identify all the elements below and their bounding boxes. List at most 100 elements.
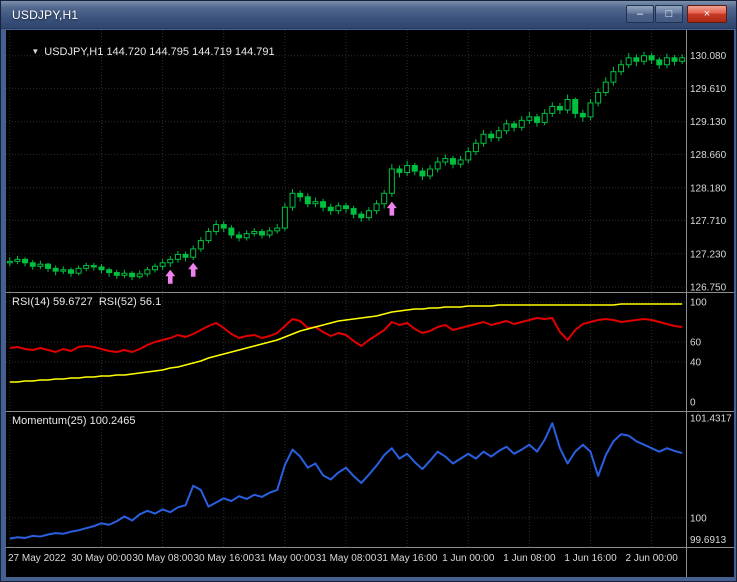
candle (90, 265, 97, 268)
candle (656, 59, 663, 66)
candle (595, 92, 602, 104)
collapse-arrow-icon[interactable]: ▼ (31, 47, 39, 56)
candle (52, 267, 59, 272)
candle (640, 55, 647, 62)
candle (266, 230, 273, 236)
candle (434, 161, 441, 170)
candle (335, 205, 342, 212)
candle (297, 192, 304, 198)
candle (320, 201, 327, 208)
candle (663, 57, 670, 66)
svg-text:60: 60 (690, 338, 702, 349)
candle (457, 159, 464, 165)
candle (289, 192, 296, 208)
svg-text:27 May 2022: 27 May 2022 (8, 553, 66, 564)
candle (526, 116, 533, 121)
svg-text:31 May 16:00: 31 May 16:00 (377, 553, 438, 564)
rsi-indicator-label: RSI(14) 59.6727 RSI(52) 56.1 (12, 296, 162, 308)
candle (518, 119, 525, 128)
candle (472, 142, 479, 153)
candle (679, 57, 686, 62)
candle (281, 206, 288, 229)
svg-text:100: 100 (690, 298, 707, 309)
candle (327, 206, 334, 212)
candle (37, 263, 44, 267)
candle (113, 272, 120, 276)
candle (274, 227, 281, 232)
candle (159, 262, 166, 267)
candle (106, 269, 113, 274)
candle (511, 123, 518, 128)
candle (564, 98, 571, 111)
chart-info-label: ▼ USDJPY,H1 144.720 144.795 144.719 144.7… (13, 34, 275, 70)
candle (587, 102, 594, 118)
candle (83, 265, 90, 269)
candle (381, 192, 388, 205)
candle (304, 196, 311, 205)
svg-text:100: 100 (690, 513, 707, 524)
candle (602, 81, 609, 94)
time-axis: 27 May 2022 30 May 00:00 30 May 08:00 30 Ma… (8, 553, 678, 564)
window-controls: – □ × (625, 5, 727, 23)
svg-text:126.750: 126.750 (690, 283, 727, 294)
svg-text:1 Jun 00:00: 1 Jun 00:00 (442, 553, 495, 564)
candle (404, 165, 411, 173)
minimize-button[interactable]: – (626, 5, 654, 23)
candle (151, 265, 158, 271)
window-titlebar[interactable]: USDJPY,H1 – □ × (1, 1, 736, 29)
svg-text:30 May 08:00: 30 May 08:00 (132, 553, 193, 564)
candle (449, 158, 456, 165)
candle (358, 213, 365, 219)
candle (167, 258, 174, 264)
candle (45, 263, 52, 269)
candle (251, 231, 258, 235)
candle (365, 210, 372, 219)
chart-symbol-period: USDJPY,H1 (44, 46, 104, 58)
candle (60, 269, 67, 272)
candle (442, 158, 449, 163)
candle (648, 55, 655, 61)
candle (572, 98, 579, 114)
svg-text:101.4317: 101.4317 (690, 414, 732, 425)
close-button[interactable]: × (687, 5, 727, 23)
candle (236, 234, 243, 239)
candle (610, 71, 617, 83)
svg-text:0: 0 (690, 398, 696, 409)
candle (633, 57, 640, 62)
svg-text:1 Jun 08:00: 1 Jun 08:00 (503, 553, 556, 564)
svg-text:31 May 08:00: 31 May 08:00 (316, 553, 377, 564)
restore-button[interactable]: □ (655, 5, 683, 23)
candle (388, 168, 395, 194)
candle (495, 130, 502, 139)
candle (121, 272, 128, 276)
candle (67, 269, 74, 274)
candle (343, 205, 349, 210)
candle (98, 266, 105, 271)
svg-text:127.710: 127.710 (690, 216, 727, 227)
candle (671, 57, 678, 62)
svg-text:40: 40 (690, 358, 702, 369)
candle (488, 133, 495, 139)
svg-text:30 May 00:00: 30 May 00:00 (71, 553, 132, 564)
candle (29, 262, 36, 267)
candle (190, 248, 197, 258)
svg-text:128.180: 128.180 (690, 183, 727, 194)
candle (6, 260, 13, 264)
window-title: USDJPY,H1 (12, 8, 79, 22)
candle (411, 165, 418, 172)
candle (618, 64, 625, 73)
candle (541, 112, 548, 123)
candle (312, 201, 319, 205)
candle (243, 233, 250, 239)
candle (220, 224, 227, 229)
candle (174, 253, 181, 260)
candle (197, 240, 204, 250)
candle (396, 168, 403, 173)
candle (465, 151, 472, 161)
svg-text:1 Jun 16:00: 1 Jun 16:00 (564, 553, 617, 564)
chart-ohlc-values: 144.720 144.795 144.719 144.791 (106, 46, 275, 58)
candle (625, 57, 632, 66)
chart-content[interactable]: 130.080 129.610 129.130 128.660 128.180 127.7… (6, 30, 734, 577)
candle (503, 123, 510, 132)
candle (480, 133, 487, 144)
